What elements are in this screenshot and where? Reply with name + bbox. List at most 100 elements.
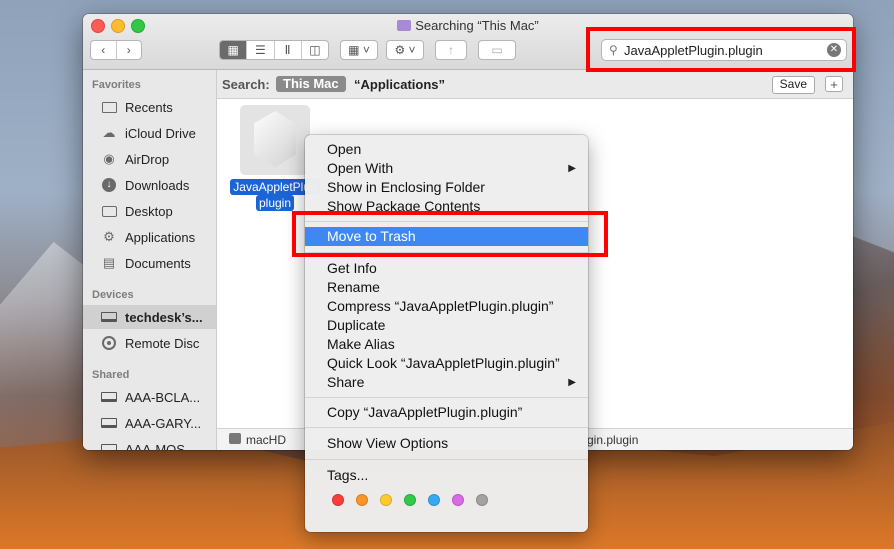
menu-item-label: Make Alias [327,336,395,352]
menu-item-get-info[interactable]: Get Info [305,259,588,278]
menu-item-label: Quick Look “JavaAppletPlugin.plugin” [327,355,560,371]
applications-icon: ⚙ [103,229,115,244]
arrange-button[interactable]: ▦ ˅ [340,40,378,60]
menu-item-rename[interactable]: Rename [305,278,588,297]
sidebar-header-favorites: Favorites [92,79,141,91]
scope-this-mac-button[interactable]: This Mac [276,76,346,92]
sidebar-item-shared-3[interactable]: AAA-MOS... [83,437,216,450]
menu-item-make-alias[interactable]: Make Alias [305,335,588,354]
menu-separator [305,459,588,460]
sidebar-item-label: Remote Disc [125,335,200,351]
sidebar-item-remote-disc[interactable]: Remote Disc [83,331,216,355]
menu-item-copy[interactable]: Copy “JavaAppletPlugin.plugin” [305,403,588,422]
menu-item-share[interactable]: Share ▶ [305,373,588,392]
sidebar-item-desktop[interactable]: Desktop [83,199,216,223]
sidebar-item-techdesk[interactable]: techdesk’s... [83,305,216,329]
sidebar-item-airdrop[interactable]: ◉ AirDrop [83,147,216,171]
menu-item-open-with[interactable]: Open With ▶ [305,159,588,178]
sidebar-item-label: Applications [125,229,196,245]
sidebar-item-label: AirDrop [125,151,170,167]
add-criteria-button[interactable]: + [825,76,843,92]
search-scope-label: Search: [222,77,270,92]
file-name-line2: plugin [255,195,295,211]
sidebar-item-downloads[interactable]: ↓ Downloads [83,173,216,197]
document-icon: ▤ [102,255,116,270]
menu-item-duplicate[interactable]: Duplicate [305,316,588,335]
sidebar-item-label: AAA-MOS... [125,441,196,451]
cloud-icon: ☁ [102,125,116,140]
path-file[interactable]: gin.plugin [587,433,638,447]
desktop-icon [100,203,118,219]
sidebar-item-documents[interactable]: ▤ Documents [83,251,216,275]
action-gear-button[interactable]: ⚙ ˅ [386,40,424,60]
sidebar-item-label: techdesk’s... [125,309,203,325]
airdrop-icon: ◉ [103,151,115,166]
save-search-button[interactable]: Save [771,76,815,94]
menu-item-label: Rename [327,279,380,295]
back-button[interactable]: ‹ [91,41,117,59]
plugin-file-icon[interactable] [240,105,310,175]
menu-item-label: Copy “JavaAppletPlugin.plugin” [327,404,523,420]
annotation-highlight-search [586,27,856,72]
nav-buttons: ‹ › [90,40,142,60]
forward-button[interactable]: › [117,41,142,59]
menu-item-label: Open With [327,160,394,176]
path-root[interactable]: macHD [246,433,286,447]
sidebar-item-label: AAA-GARY... [125,415,202,431]
menu-item-tags[interactable]: Tags... [305,466,588,485]
sidebar-item-label: iCloud Drive [125,125,196,141]
tag-green-dot[interactable] [404,494,416,506]
sidebar-item-icloud-drive[interactable]: ☁ iCloud Drive [83,121,216,145]
sidebar-item-label: Downloads [125,177,190,193]
sidebar-item-applications[interactable]: ⚙ Applications [83,225,216,249]
sidebar-item-label: Documents [125,255,191,271]
tag-purple-dot[interactable] [452,494,464,506]
list-view-button[interactable]: ☰ [247,41,275,59]
search-scope-bar: Search: This Mac “Applications” Save + [217,70,853,99]
sidebar-item-label: AAA-BCLA... [125,389,201,405]
tag-gray-dot[interactable] [476,494,488,506]
cover-flow-button[interactable]: ◫ [302,41,328,59]
share-button[interactable]: ↑ [435,40,467,60]
menu-separator [305,427,588,428]
sidebar-item-recents[interactable]: Recents [83,95,216,119]
context-menu: Open Open With ▶ Show in Enclosing Folder… [305,135,588,532]
tag-red-dot[interactable] [332,494,344,506]
recents-icon [100,99,118,115]
sidebar-item-shared-1[interactable]: AAA-BCLA... [83,385,216,409]
tag-orange-dot[interactable] [356,494,368,506]
menu-item-label: Show View Options [327,435,449,451]
sidebar: Favorites Recents ☁ iCloud Drive ◉ AirDr… [83,70,217,450]
disc-icon [100,335,118,351]
menu-item-label: Duplicate [327,317,386,333]
menu-item-label: Tags... [327,467,369,483]
network-computer-icon [100,389,118,405]
menu-item-open[interactable]: Open [305,140,588,159]
network-computer-icon [100,441,118,450]
menu-item-quick-look[interactable]: Quick Look “JavaAppletPlugin.plugin” [305,354,588,373]
scope-applications-button[interactable]: “Applications” [354,77,445,92]
sidebar-header-devices: Devices [92,289,134,301]
menu-item-label: Share [327,374,365,390]
menu-item-label: Open [327,141,362,157]
tag-button[interactable]: ▭ [478,40,516,60]
menu-item-label: Get Info [327,260,377,276]
column-view-button[interactable]: Ⅱ [275,41,302,59]
menu-item-label: Show in Enclosing Folder [327,179,485,195]
menu-item-show-view-options[interactable]: Show View Options [305,434,588,453]
tag-yellow-dot[interactable] [380,494,392,506]
smart-folder-icon [397,20,412,31]
sidebar-item-shared-2[interactable]: AAA-GARY... [83,411,216,435]
icon-view-button[interactable]: ▦ [220,41,248,59]
plugin-icon [254,111,296,167]
menu-item-show-enclosing-folder[interactable]: Show in Enclosing Folder [305,178,588,197]
annotation-highlight-trash [292,211,608,257]
submenu-arrow-icon: ▶ [568,377,576,388]
tag-blue-dot[interactable] [428,494,440,506]
submenu-arrow-icon: ▶ [568,163,576,174]
menu-item-compress[interactable]: Compress “JavaAppletPlugin.plugin” [305,297,588,316]
view-mode-buttons: ▦ ☰ Ⅱ ◫ [219,40,329,60]
network-computer-icon [100,415,118,431]
sidebar-item-label: Desktop [125,203,173,219]
laptop-icon [100,309,118,325]
